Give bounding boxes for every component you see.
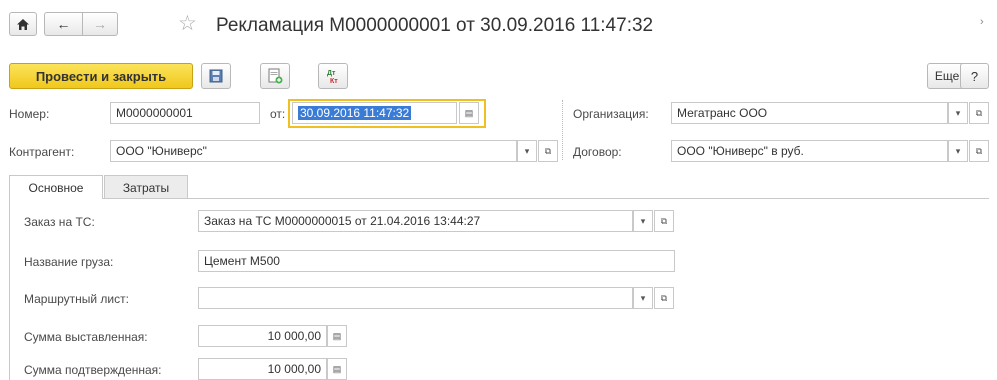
contract-label: Договор: — [573, 145, 622, 159]
calendar-button[interactable]: ▤ — [459, 102, 479, 124]
counterparty-open-button[interactable]: ⧉ — [538, 140, 558, 162]
arrow-right-icon: → — [93, 16, 107, 32]
open-link-icon: ⧉ — [544, 145, 552, 156]
order-field[interactable]: Заказ на ТС М0000000015 от 21.04.2016 13… — [198, 210, 633, 232]
help-button[interactable]: ? — [960, 63, 989, 89]
amount-invoiced-label: Сумма выставленная: — [24, 330, 148, 344]
calculator-icon: ▤ — [332, 330, 342, 341]
chevron-down-icon: ▾ — [640, 215, 646, 226]
cargo-label: Название груза: — [24, 255, 114, 269]
save-icon — [209, 69, 223, 83]
post-and-close-button[interactable]: Провести и закрыть — [9, 63, 193, 89]
open-link-icon: ⧉ — [975, 107, 983, 118]
organization-field[interactable]: Мегатранс ООО — [671, 102, 948, 124]
counterparty-field[interactable]: ООО "Юниверс" — [110, 140, 517, 162]
arrow-left-icon: ← — [56, 16, 71, 32]
date-value: 30.09.2016 11:47:32 — [298, 106, 412, 120]
svg-text:Дт: Дт — [327, 70, 336, 77]
open-link-icon: ⧉ — [975, 145, 983, 156]
order-open-button[interactable]: ⧉ — [654, 210, 674, 232]
star-outline-icon: ☆ — [178, 12, 197, 35]
document-add-icon — [268, 68, 283, 84]
create-based-on-button[interactable] — [260, 63, 290, 89]
favorite-star-button[interactable]: ☆ — [178, 12, 197, 36]
route-dropdown[interactable]: ▾ — [633, 287, 653, 309]
number-label: Номер: — [9, 107, 50, 121]
route-field[interactable] — [198, 287, 633, 309]
date-field[interactable]: 30.09.2016 11:47:32 — [292, 102, 457, 124]
number-field[interactable]: М0000000001 — [110, 102, 260, 124]
close-window-chevron-icon[interactable]: › — [980, 16, 984, 28]
chevron-down-icon: ▾ — [640, 292, 646, 303]
organization-open-button[interactable]: ⧉ — [969, 102, 989, 124]
amount-confirmed-field[interactable]: 10 000,00 — [198, 358, 327, 380]
order-dropdown[interactable]: ▾ — [633, 210, 653, 232]
chevron-down-icon: ▾ — [955, 107, 961, 118]
home-icon — [17, 18, 29, 30]
save-button[interactable] — [201, 63, 231, 89]
debit-credit-icon: Дт Кт — [327, 70, 338, 84]
organization-dropdown[interactable]: ▾ — [948, 102, 968, 124]
route-open-button[interactable]: ⧉ — [654, 287, 674, 309]
open-link-icon: ⧉ — [660, 292, 668, 303]
tab-expenses[interactable]: Затраты — [104, 175, 188, 199]
forward-button[interactable]: → — [82, 12, 118, 36]
counterparty-label: Контрагент: — [9, 145, 75, 159]
calendar-icon: ▤ — [464, 107, 474, 118]
route-label: Маршрутный лист: — [24, 292, 129, 306]
order-label: Заказ на ТС: — [24, 215, 95, 229]
date-label: от: — [270, 107, 286, 121]
chevron-down-icon: ▾ — [955, 145, 961, 156]
cargo-field[interactable]: Цемент М500 — [198, 250, 675, 272]
more-label: Еще — [934, 69, 960, 83]
back-button[interactable]: ← — [44, 12, 82, 36]
svg-text:Кт: Кт — [330, 78, 338, 84]
amount-invoiced-calculator[interactable]: ▤ — [327, 325, 347, 347]
amount-invoiced-field[interactable]: 10 000,00 — [198, 325, 327, 347]
counterparty-dropdown[interactable]: ▾ — [517, 140, 537, 162]
open-link-icon: ⧉ — [660, 215, 668, 226]
tab-panel-top-gap — [10, 197, 102, 199]
contract-open-button[interactable]: ⧉ — [969, 140, 989, 162]
home-button[interactable] — [9, 12, 37, 36]
organization-label: Организация: — [573, 107, 649, 121]
amount-confirmed-calculator[interactable]: ▤ — [327, 358, 347, 380]
tab-main[interactable]: Основное — [9, 175, 103, 199]
amount-confirmed-label: Сумма подтвержденная: — [24, 363, 162, 377]
contract-dropdown[interactable]: ▾ — [948, 140, 968, 162]
calculator-icon: ▤ — [332, 363, 342, 374]
page-title: Рекламация М0000000001 от 30.09.2016 11:… — [216, 15, 654, 36]
journal-entries-button[interactable]: Дт Кт — [318, 63, 348, 89]
contract-field[interactable]: ООО "Юниверс" в руб. — [671, 140, 948, 162]
divider-dots — [562, 100, 563, 160]
chevron-down-icon: ▾ — [524, 145, 530, 156]
